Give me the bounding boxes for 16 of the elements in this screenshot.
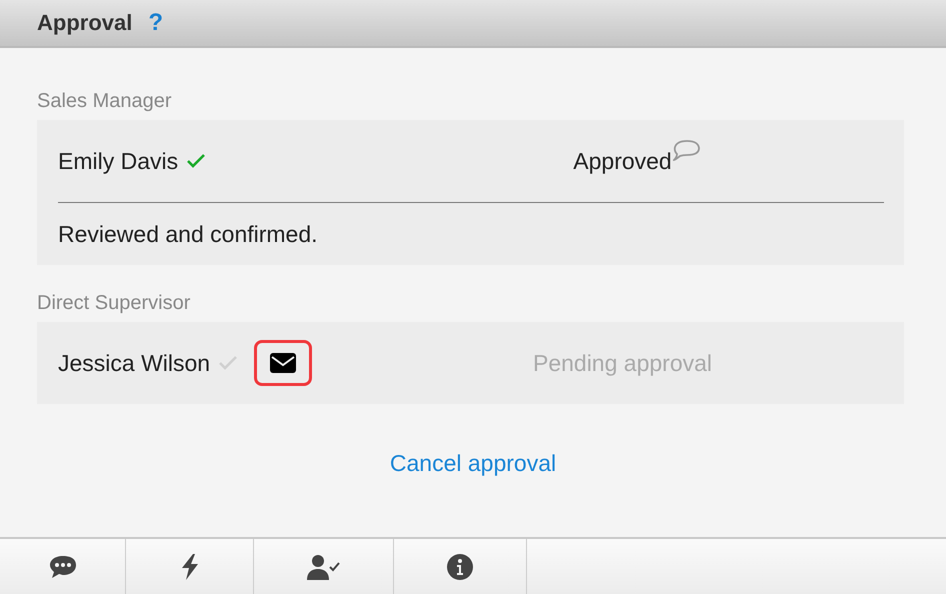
help-button[interactable]: ? — [148, 9, 164, 37]
approval-comment: Reviewed and confirmed. — [58, 202, 884, 265]
email-button[interactable] — [254, 340, 312, 386]
cancel-approval-link[interactable]: Cancel approval — [390, 450, 556, 480]
panel-title: Approval — [37, 10, 132, 36]
step-role: Direct Supervisor — [37, 290, 192, 316]
info-icon — [447, 554, 473, 580]
approval-status: Pending approval — [532, 350, 712, 376]
chat-bubble-icon — [48, 554, 76, 578]
approval-status: Approved — [573, 148, 672, 174]
envelope-icon — [270, 353, 296, 373]
approver-name: Emily Davis — [58, 148, 178, 174]
user-check-icon — [306, 554, 340, 580]
lightning-icon — [180, 554, 200, 580]
approver-name: Jessica Wilson — [58, 350, 210, 376]
step-role: Sales Manager — [37, 88, 173, 114]
